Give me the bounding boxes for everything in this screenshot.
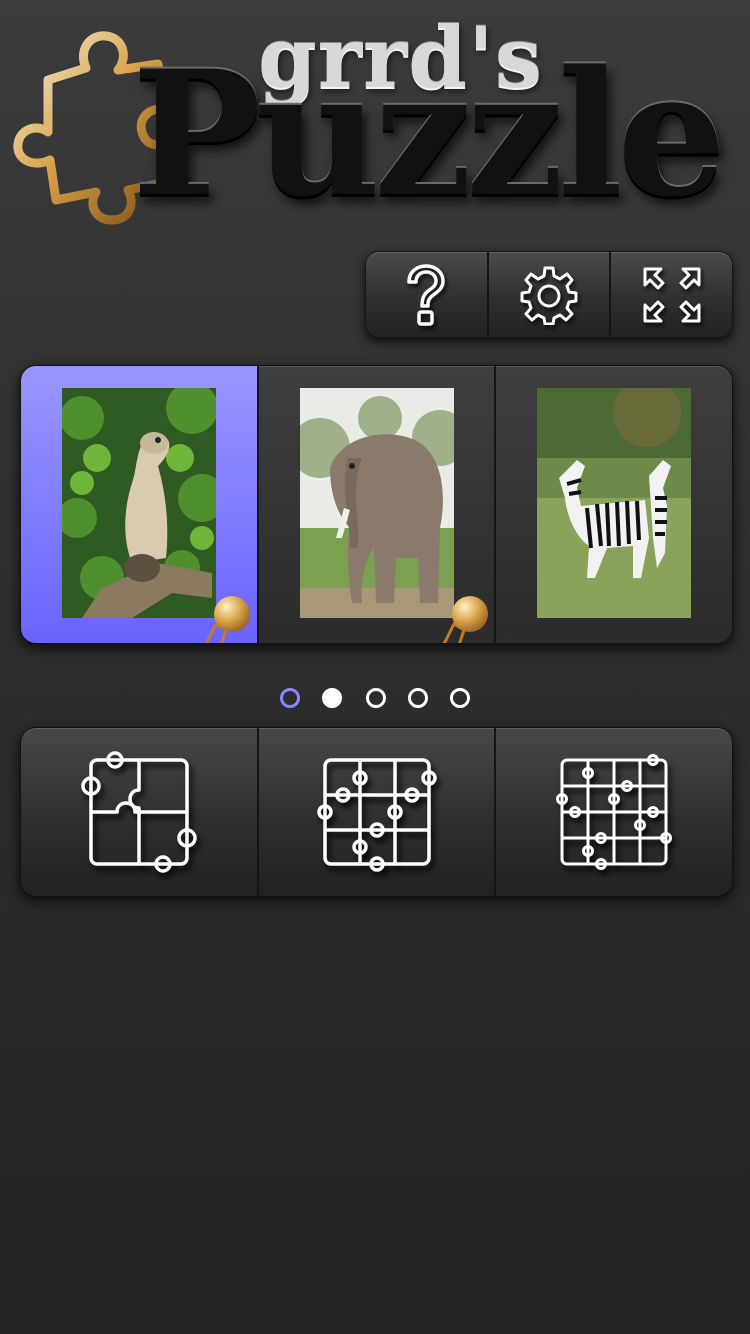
fullscreen-button[interactable]	[611, 252, 732, 337]
help-button[interactable]	[366, 252, 489, 337]
difficulty-easy-button[interactable]	[21, 728, 259, 896]
difficulty-selector	[20, 727, 733, 897]
picture-meerkat[interactable]	[21, 366, 259, 643]
page-dot-3[interactable]	[366, 688, 386, 708]
help-icon	[407, 263, 446, 326]
puzzle-pieces-small-icon	[81, 751, 197, 873]
meerkat-image	[62, 388, 216, 618]
toolbar	[365, 251, 733, 338]
page-dot-5[interactable]	[450, 688, 470, 708]
page-indicator	[0, 686, 750, 712]
puzzle-pieces-medium-icon	[316, 758, 437, 872]
medal-icon	[442, 596, 488, 643]
logo-title: Puzzle	[132, 32, 727, 235]
page-dot-2[interactable]	[322, 688, 342, 708]
medal-icon	[204, 596, 250, 643]
elephant-image	[299, 388, 454, 618]
page-dot-4[interactable]	[408, 688, 428, 708]
zebras-image	[537, 388, 692, 618]
difficulty-medium-button[interactable]	[259, 728, 497, 896]
gear-icon	[520, 266, 578, 325]
picture-elephant[interactable]	[259, 366, 497, 643]
picture-carousel	[20, 365, 733, 644]
app-logo: grrd's Puzzle	[0, 0, 750, 240]
picture-zebras[interactable]	[496, 366, 732, 643]
difficulty-hard-button[interactable]	[496, 728, 732, 896]
puzzle-pieces-large-icon	[556, 754, 673, 870]
settings-button[interactable]	[489, 252, 612, 337]
page-dot-1[interactable]	[280, 688, 300, 708]
fullscreen-icon	[643, 267, 701, 322]
